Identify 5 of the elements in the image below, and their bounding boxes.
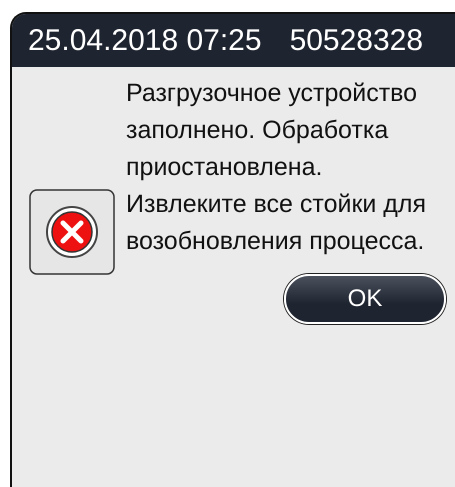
serial-number: 50528328 — [290, 24, 424, 58]
error-icon — [29, 189, 115, 275]
error-message: Разгрузочное устройство заполнено. Обработка приостановлена. Извлеките все стойки для возобновления процесса. — [126, 78, 427, 257]
date-time: 25.04.2018 07:25 — [28, 24, 262, 58]
ok-button[interactable]: OK — [284, 274, 446, 324]
